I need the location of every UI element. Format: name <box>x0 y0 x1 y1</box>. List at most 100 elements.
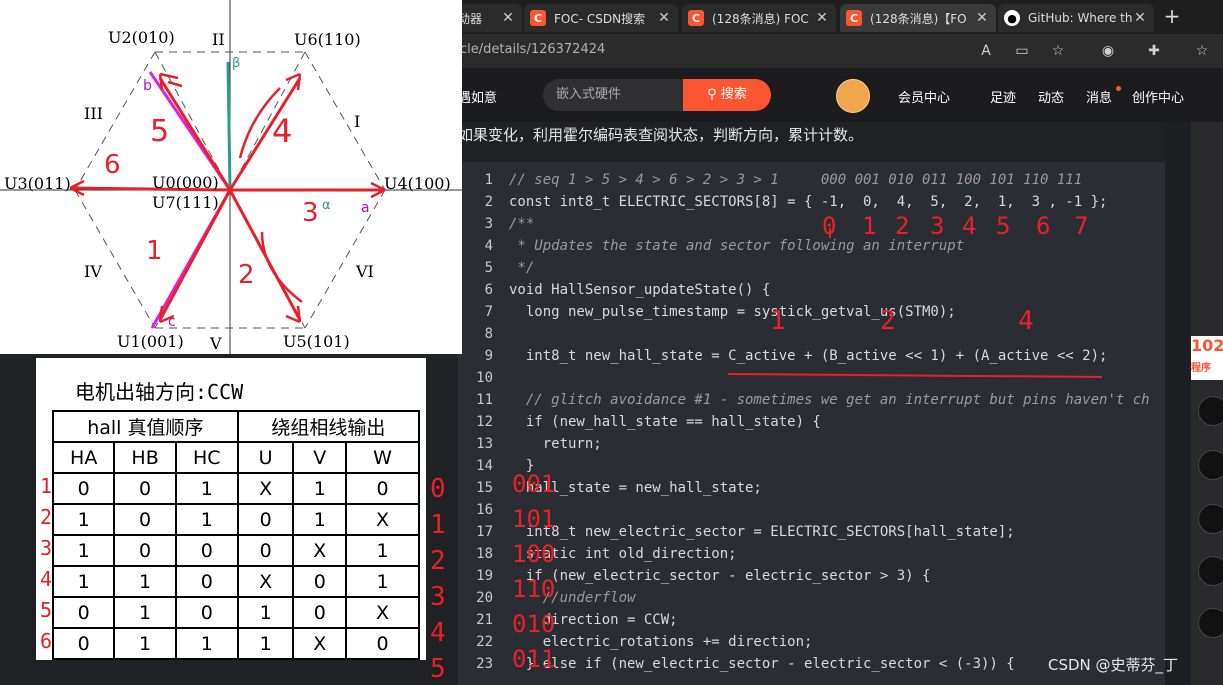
tab-title: GitHub: Where th <box>1028 11 1132 25</box>
axis-label-alpha: α <box>322 198 331 213</box>
header-left-text[interactable]: 遇如意 <box>458 87 497 106</box>
search-input[interactable]: 嵌入式硬件 <box>543 79 683 111</box>
nav-member-center[interactable]: 会员中心 <box>898 87 950 106</box>
handwritten-index-mark: 6 <box>1036 212 1051 240</box>
table-group-header-row: hall 真值顺序 绕组相线输出 <box>52 410 421 443</box>
nav-activity[interactable]: 动态 <box>1038 87 1064 106</box>
line-number: 20 <box>476 590 493 606</box>
table-cell: 1 <box>51 534 116 567</box>
browser-tab[interactable]: C (128条消息) FOC ✕ <box>682 4 836 32</box>
hall-truth-table: hall 真值顺序 绕组相线输出 HA HB HC U V W 001X10 1… <box>51 410 421 660</box>
code-line: if (new_electric_sector - electric_secto… <box>509 568 931 584</box>
column-header: W <box>345 441 420 474</box>
side-write-icon[interactable] <box>1198 504 1223 534</box>
side-promo-badge[interactable]: 102 程序 <box>1191 336 1223 380</box>
sector-label-v: V <box>210 334 222 353</box>
browser-tab-active[interactable]: C (128条消息)【FO ✕ <box>840 4 996 32</box>
table-row: 01010X <box>51 596 420 629</box>
table-row: 001X10 <box>51 472 420 505</box>
code-line: */ <box>509 260 535 276</box>
nav-footprint[interactable]: 足迹 <box>990 87 1016 106</box>
vector-label-u5: U5(101) <box>283 332 350 351</box>
extensions-puzzle-icon[interactable]: ✚ <box>1144 41 1164 61</box>
close-icon[interactable]: ✕ <box>974 10 990 26</box>
line-number: 23 <box>476 656 493 672</box>
sector-label-iv: IV <box>84 262 102 281</box>
handwritten-row-number: 6 <box>40 629 53 653</box>
table-header-row: HA HB HC U V W <box>51 441 420 474</box>
handwritten-hall-state: 101 <box>512 505 556 533</box>
handwritten-sector-index: 4 <box>430 618 446 648</box>
new-tab-icon[interactable]: + <box>1160 4 1184 30</box>
article-paragraph: 如果变化，利用霍尔编码表查阅状态，判断方向，累计计数。 <box>458 126 864 144</box>
sector-label-iii: III <box>84 104 103 123</box>
table-cell: X <box>236 565 295 598</box>
page-margin <box>1165 122 1191 685</box>
table-row: 1000X1 <box>51 534 420 567</box>
vector-label-u7: U7(111) <box>152 193 219 212</box>
handwritten-bit-weight: 1 <box>770 306 786 336</box>
table-cell: 0 <box>292 596 348 629</box>
side-edit-icon[interactable] <box>1198 450 1223 480</box>
side-support-icon[interactable] <box>1198 556 1223 586</box>
column-header: V <box>292 441 348 474</box>
nav-creation-center[interactable]: 创作中心 <box>1132 87 1184 106</box>
vector-label-u4: U4(100) <box>384 174 451 193</box>
table-cell: 1 <box>51 503 116 536</box>
vector-label-u2: U2(010) <box>108 28 175 47</box>
avatar[interactable] <box>836 79 870 113</box>
read-aloud-icon[interactable]: A <box>976 41 996 61</box>
vector-label-u6: U6(110) <box>294 30 361 49</box>
table-cell: 1 <box>236 596 295 629</box>
table-cell: 0 <box>113 472 177 505</box>
axis-label-beta: β <box>232 56 241 71</box>
line-number: 3 <box>484 216 493 232</box>
close-icon[interactable]: ✕ <box>656 10 672 26</box>
table-cell: X <box>345 596 420 629</box>
search-button[interactable]: ⚲ 搜索 <box>683 79 771 111</box>
line-number: 15 <box>476 480 493 496</box>
line-number: 10 <box>476 370 493 386</box>
handwritten-hall-state: 110 <box>512 575 556 603</box>
handwritten-row-number: 4 <box>40 567 53 591</box>
table-cell: 1 <box>113 627 177 660</box>
table-cell: 0 <box>345 472 420 505</box>
favorite-icon[interactable]: ☆ <box>1048 41 1068 61</box>
side-report-icon[interactable] <box>1198 608 1223 638</box>
immersive-reader-icon[interactable]: ▭ <box>1012 41 1032 61</box>
handwritten-row-number: 1 <box>40 474 53 498</box>
table-cell: 1 <box>292 503 348 536</box>
code-line: // glitch avoidance #1 - sometimes we ge… <box>509 392 1150 408</box>
extension-icon[interactable]: ◉ <box>1098 41 1118 61</box>
table-cell: 1 <box>113 565 177 598</box>
table-title: 电机出轴方向:CCW <box>75 380 244 404</box>
table-cell: 0 <box>174 534 239 567</box>
line-number: 5 <box>484 260 493 276</box>
favorites-bar-icon[interactable]: ☆ <box>1192 41 1212 61</box>
table-cell: 1 <box>174 472 239 505</box>
code-block: 1 // seq 1 > 5 > 4 > 6 > 2 > 3 > 1 000 00… <box>457 162 1165 685</box>
table-cell: 0 <box>113 503 177 536</box>
csdn-icon: C <box>688 10 704 26</box>
handwritten-sector-6: 6 <box>104 150 121 180</box>
handwritten-index-mark: 0 <box>822 212 837 240</box>
table-cell: 1 <box>236 627 295 660</box>
close-icon[interactable]: ✕ <box>1132 10 1148 26</box>
handwritten-row-number: 2 <box>40 505 53 529</box>
table-cell: 1 <box>51 565 116 598</box>
line-number: 8 <box>484 326 493 342</box>
close-icon[interactable]: ✕ <box>814 10 830 26</box>
browser-tab[interactable]: C FOC- CSDN搜索 ✕ <box>524 4 678 32</box>
browser-tab[interactable]: ● GitHub: Where th ✕ <box>998 4 1154 32</box>
table-cell: 1 <box>113 596 177 629</box>
side-list-icon[interactable] <box>1198 396 1223 426</box>
handwritten-index-mark: 2 <box>895 212 910 240</box>
nav-messages[interactable]: 消息 <box>1086 87 1112 106</box>
sector-label-ii: II <box>212 30 225 49</box>
close-icon[interactable]: ✕ <box>500 10 516 26</box>
handwritten-index-mark: 1 <box>862 212 877 240</box>
url-text[interactable]: cle/details/126372424 <box>460 42 605 57</box>
group-header-hall: hall 真值顺序 <box>52 410 239 443</box>
search-icon: ⚲ <box>707 87 717 102</box>
handwritten-index-mark: 5 <box>996 212 1011 240</box>
